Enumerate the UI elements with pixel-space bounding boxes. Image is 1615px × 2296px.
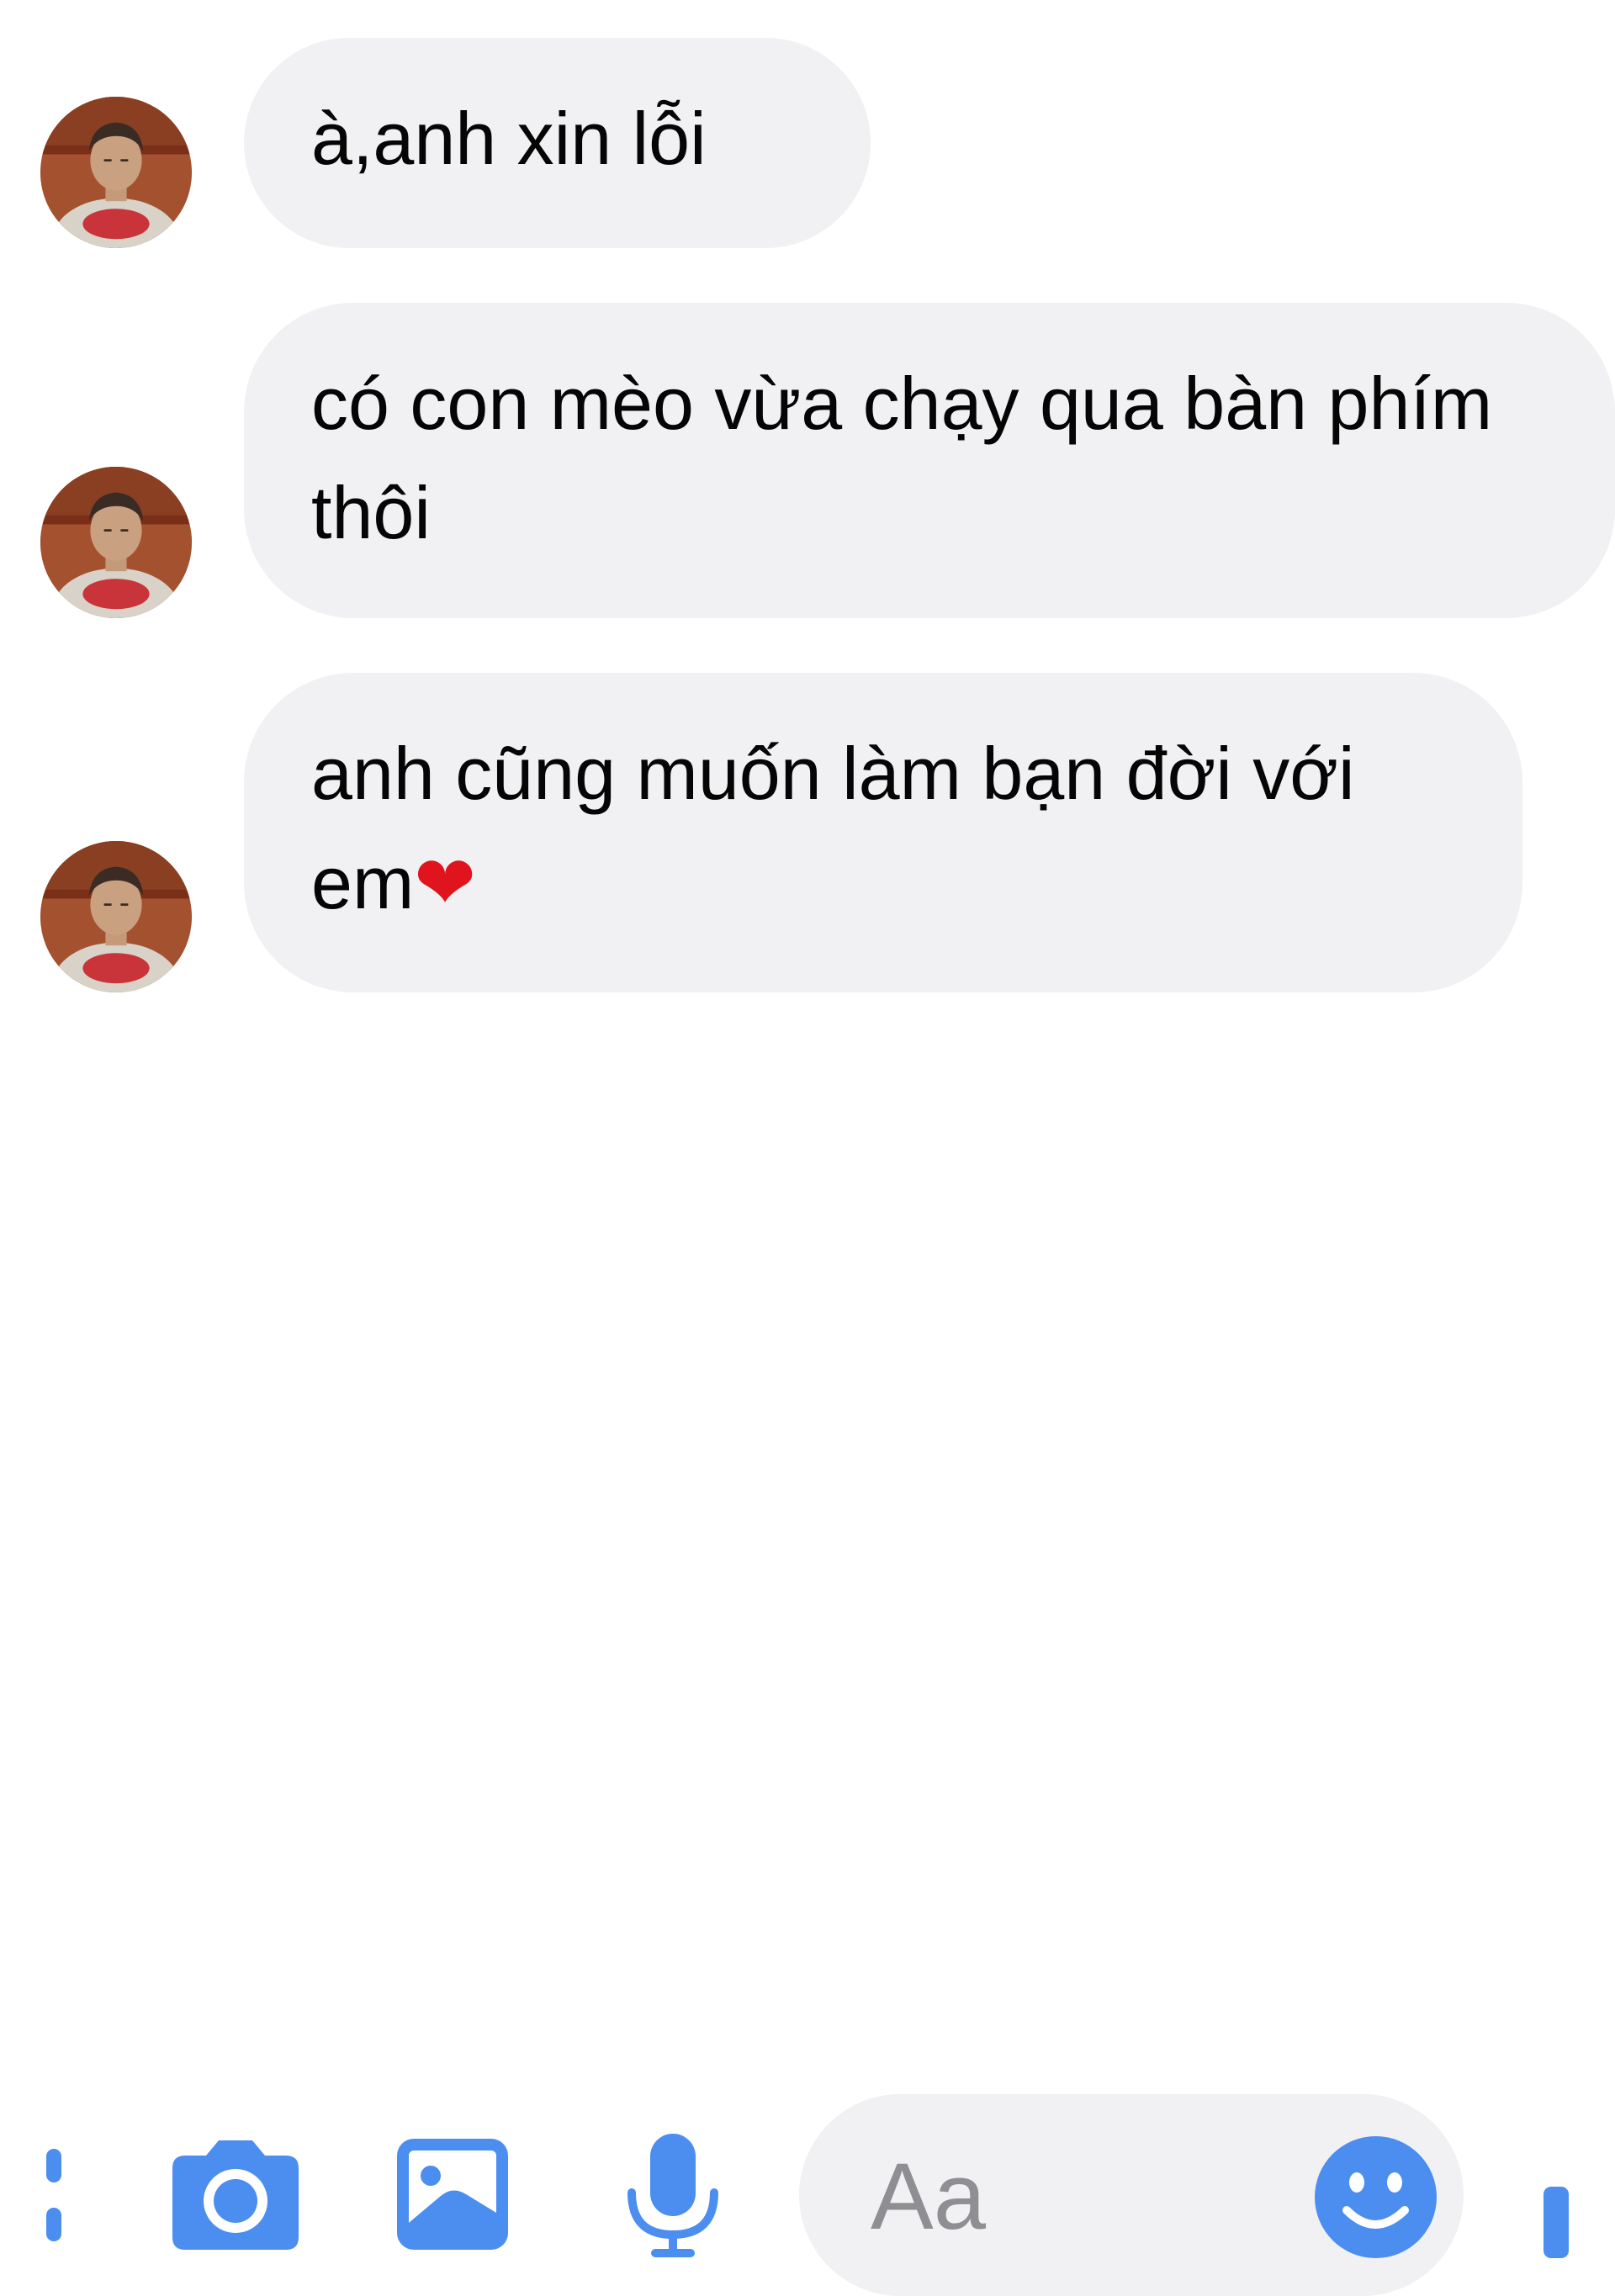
avatar-image: [40, 841, 192, 992]
message-input-placeholder: Aa: [871, 2144, 986, 2249]
sender-avatar[interactable]: [40, 841, 192, 992]
message-bubble[interactable]: có con mèo vừa chạy qua bàn phím thôi: [244, 303, 1615, 618]
heart-emoji: ❤: [414, 839, 476, 926]
avatar-image: [40, 97, 192, 248]
composer-bar: Aa: [0, 1047, 1615, 2296]
more-icon[interactable]: [46, 2140, 71, 2250]
message-text: à,anh xin lỗi: [311, 97, 707, 180]
message-bubble[interactable]: anh cũng muốn làm bạn đời với em❤: [244, 673, 1522, 992]
microphone-icon[interactable]: [627, 2134, 719, 2258]
sender-avatar[interactable]: [40, 97, 192, 248]
message-text: có con mèo vừa chạy qua bàn phím thôi: [311, 362, 1493, 554]
emoji-icon[interactable]: [1315, 2136, 1437, 2258]
avatar-image: [40, 467, 192, 618]
image-icon[interactable]: [397, 2139, 508, 2250]
send-icon[interactable]: [1544, 2187, 1573, 2258]
message-bubble[interactable]: à,anh xin lỗi: [244, 38, 871, 248]
camera-icon[interactable]: [172, 2140, 299, 2250]
sender-avatar[interactable]: [40, 467, 192, 618]
